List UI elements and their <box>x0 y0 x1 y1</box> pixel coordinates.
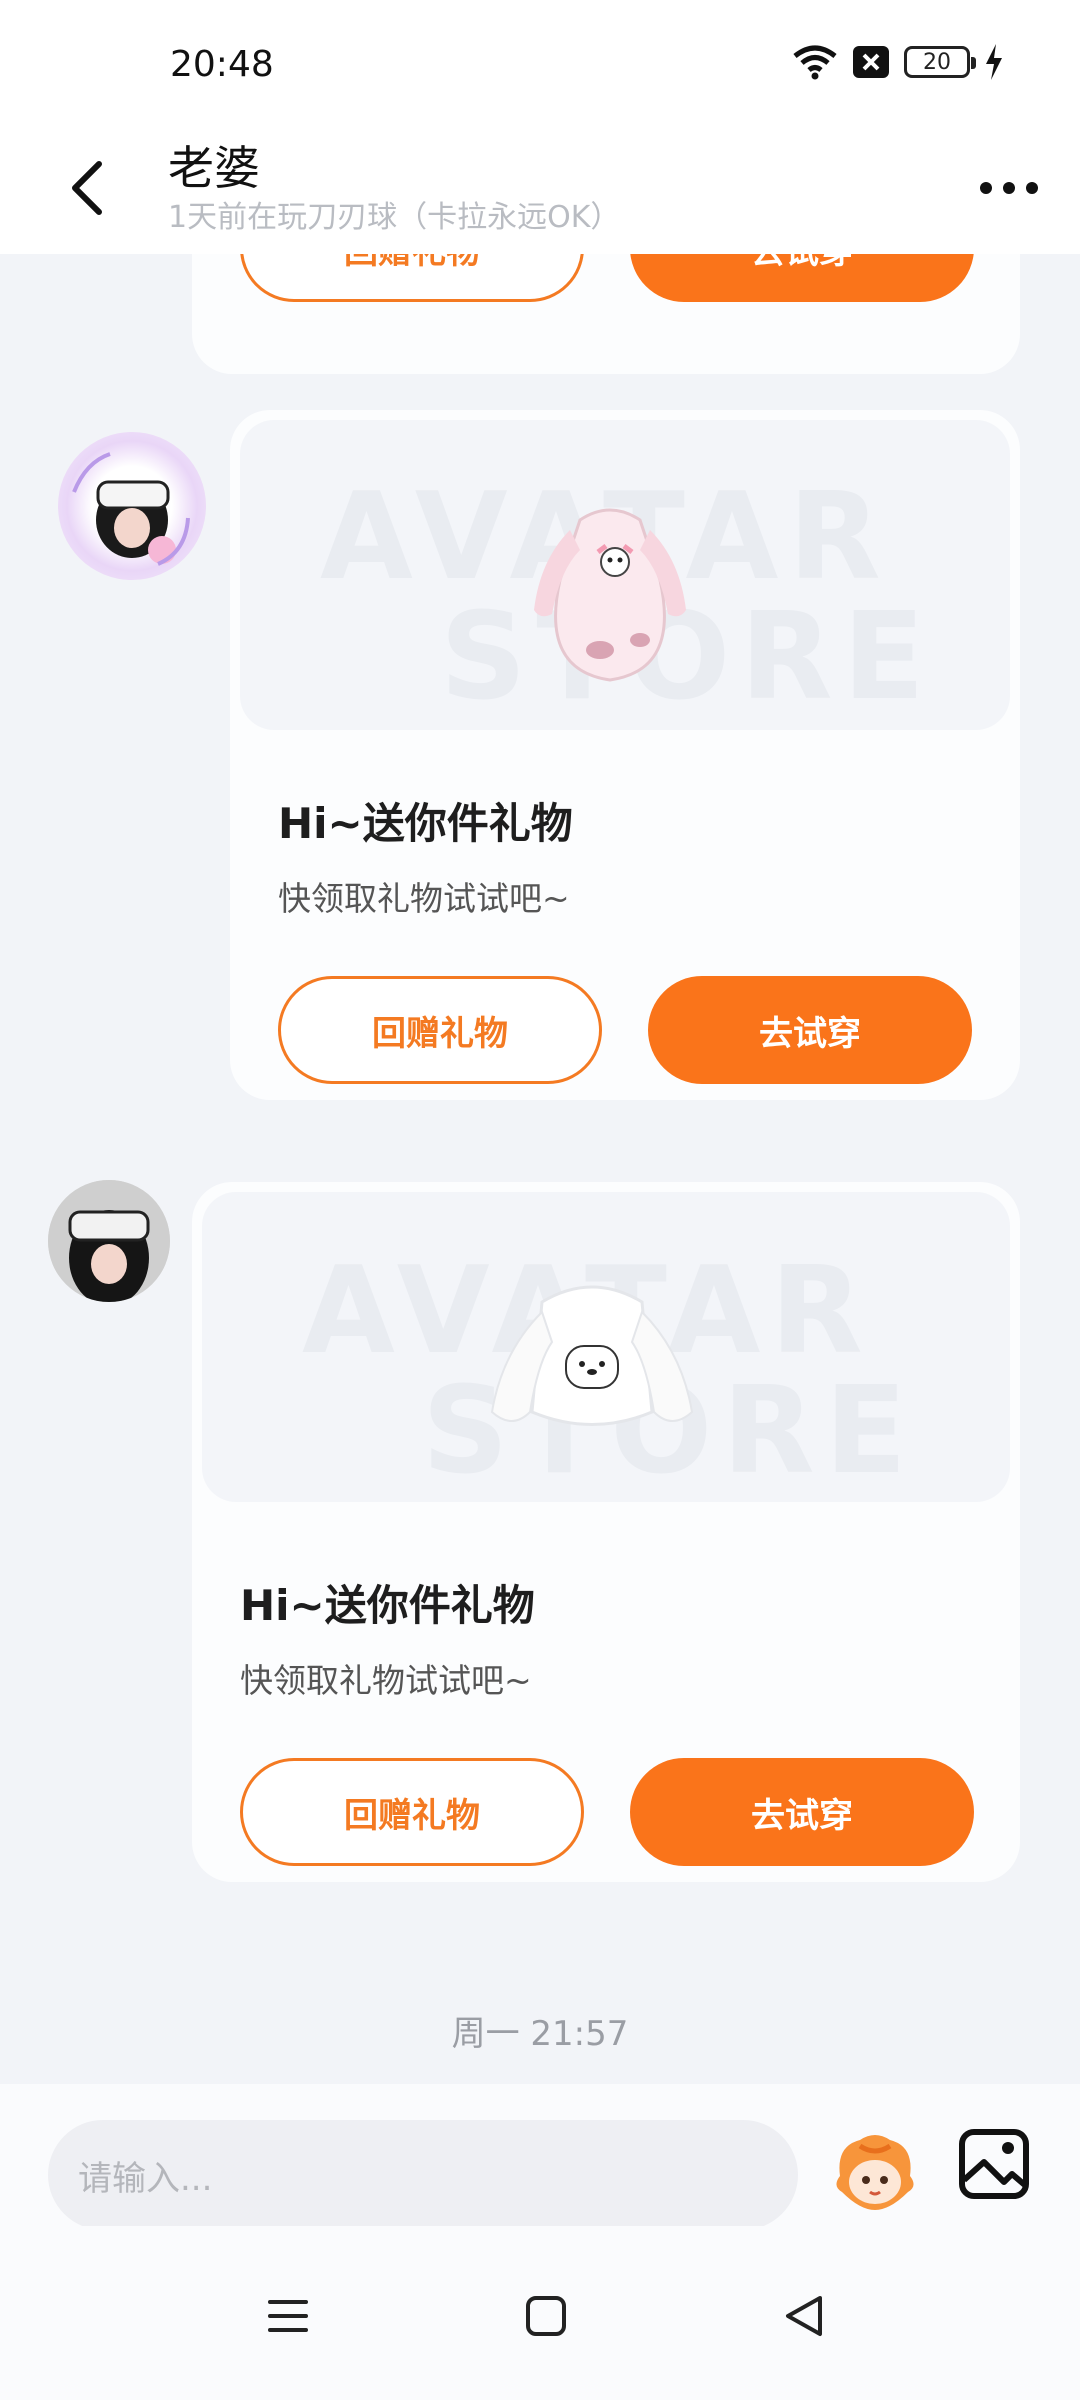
gift-image[interactable]: AVATAR STORE <box>202 1192 1010 1502</box>
input-bar: 请输入... <box>0 2084 1080 2230</box>
message-timestamp: 周一 21:57 <box>451 2014 629 2054</box>
wifi-icon <box>793 45 837 80</box>
gift-description: 快领取礼物试试吧~ <box>240 1661 532 1700</box>
back-arrow-icon <box>72 161 102 215</box>
battery-icon: 20 <box>904 46 976 78</box>
status-time: 20:48 <box>170 44 274 85</box>
status-icons: 20 <box>792 44 1004 80</box>
sender-avatar[interactable] <box>48 1180 170 1302</box>
recent-apps-button[interactable] <box>258 2286 318 2346</box>
gift-card: AVATAR STORE Hi~送你件礼物 快领取礼物试试吧~ 回赠礼物 去试穿 <box>230 410 1020 1100</box>
image-picker-button[interactable] <box>954 2124 1034 2204</box>
charging-icon <box>986 44 1002 80</box>
return-gift-button[interactable]: 回赠礼物 <box>278 976 602 1084</box>
gift-card: 回赠礼物 去试穿 <box>192 254 1020 374</box>
mascot-sticker-icon <box>836 2135 914 2210</box>
gift-card: AVATAR STORE Hi~送你件礼物 快领取礼物试试吧~ 回赠礼物 去试穿 <box>192 1182 1020 1882</box>
more-options-button[interactable] <box>974 158 1044 218</box>
gift-heading: Hi~送你件礼物 <box>240 1581 535 1630</box>
chat-messages[interactable]: 回赠礼物 去试穿 AVATAR STORE H <box>0 254 1080 2084</box>
chat-title: 老婆 <box>168 141 260 195</box>
no-sim-icon <box>853 46 889 78</box>
outfit-dress-image <box>534 508 686 682</box>
status-bar: 20:48 20 <box>0 0 1080 128</box>
gift-image[interactable]: AVATAR STORE <box>240 420 1010 730</box>
image-icon <box>959 2129 1029 2199</box>
return-gift-button[interactable]: 回赠礼物 <box>240 1758 584 1866</box>
sender-avatar[interactable] <box>58 432 206 580</box>
emoji-sticker-button[interactable] <box>830 2126 920 2216</box>
avatar-image <box>72 452 190 566</box>
return-gift-button[interactable]: 回赠礼物 <box>240 254 584 302</box>
system-nav-bar <box>0 2226 1080 2400</box>
gift-heading: Hi~送你件礼物 <box>278 799 573 848</box>
try-on-button[interactable]: 去试穿 <box>630 1758 974 1866</box>
gift-description: 快领取礼物试试吧~ <box>278 879 570 918</box>
outfit-hoodie-image <box>490 1285 694 1426</box>
system-back-button[interactable] <box>774 2286 834 2346</box>
chat-header: 老婆 1天前在玩刀刃球（卡拉永远OK） <box>0 128 1080 254</box>
menu-icon <box>268 2300 308 2332</box>
try-on-button[interactable]: 去试穿 <box>630 254 974 302</box>
back-button[interactable] <box>52 148 122 228</box>
chat-subtitle: 1天前在玩刀刃球（卡拉永远OK） <box>168 200 621 235</box>
more-dots-icon <box>980 182 1038 194</box>
triangle-back-icon <box>786 2296 822 2336</box>
message-input[interactable]: 请输入... <box>48 2120 798 2230</box>
square-icon <box>526 2296 566 2336</box>
home-button[interactable] <box>516 2286 576 2346</box>
try-on-button[interactable]: 去试穿 <box>648 976 972 1084</box>
avatar-image <box>48 1180 170 1302</box>
